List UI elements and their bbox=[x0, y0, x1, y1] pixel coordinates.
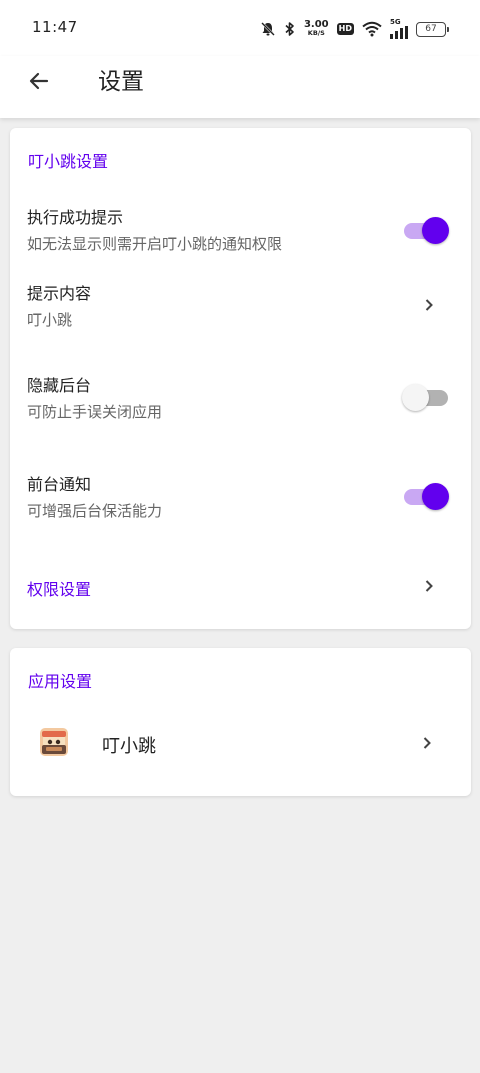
status-bar: 11:47 3.00 KB/S HD 5G 67 bbox=[0, 0, 480, 56]
signal-icon: 5G bbox=[390, 19, 408, 39]
hide-background-title: 隐藏后台 bbox=[27, 376, 92, 395]
app-row[interactable]: 叮小跳 bbox=[10, 714, 471, 776]
hd-badge: HD bbox=[336, 23, 354, 35]
foreground-notification-switch[interactable] bbox=[402, 481, 450, 511]
app-bar: 设置 bbox=[0, 56, 480, 118]
app-name: 叮小跳 bbox=[102, 736, 156, 757]
switch-thumb bbox=[422, 217, 449, 244]
foreground-notification-title: 前台通知 bbox=[27, 475, 92, 494]
network-label: 5G bbox=[390, 18, 401, 26]
hint-content-value: 叮小跳 bbox=[27, 311, 73, 329]
back-button[interactable] bbox=[22, 66, 56, 100]
chevron-right-icon bbox=[418, 575, 440, 597]
switch-thumb bbox=[422, 483, 449, 510]
hint-content-title: 提示内容 bbox=[27, 284, 92, 303]
foreground-notification-row[interactable]: 前台通知 可增强后台保活能力 bbox=[10, 465, 471, 529]
success-hint-switch[interactable] bbox=[402, 215, 450, 245]
network-speed: 3.00 KB/S bbox=[304, 20, 329, 38]
permission-settings-row[interactable]: 权限设置 bbox=[10, 562, 471, 610]
mute-bell-icon bbox=[260, 21, 276, 37]
hide-background-switch[interactable] bbox=[402, 382, 452, 412]
chevron-right-icon bbox=[418, 294, 440, 316]
page-title: 设置 bbox=[98, 69, 144, 95]
permission-settings-label: 权限设置 bbox=[27, 580, 92, 599]
success-hint-title: 执行成功提示 bbox=[27, 208, 124, 227]
hide-background-row[interactable]: 隐藏后台 可防止手误关闭应用 bbox=[10, 366, 471, 430]
section-title-app: 应用设置 bbox=[28, 672, 93, 691]
section-title-dingxiaotiao: 叮小跳设置 bbox=[28, 152, 109, 171]
speed-unit: KB/S bbox=[307, 29, 325, 37]
success-hint-row[interactable]: 执行成功提示 如无法显示则需开启叮小跳的通知权限 bbox=[10, 198, 471, 262]
dingxiaotiao-settings-card: 叮小跳设置 执行成功提示 如无法显示则需开启叮小跳的通知权限 提示内容 叮小跳 … bbox=[10, 128, 471, 629]
hint-content-row[interactable]: 提示内容 叮小跳 bbox=[10, 274, 471, 338]
foreground-notification-subtitle: 可增强后台保活能力 bbox=[27, 502, 163, 520]
hide-background-subtitle: 可防止手误关闭应用 bbox=[27, 403, 163, 421]
chevron-right-icon bbox=[416, 732, 438, 754]
battery-icon: 67 bbox=[416, 21, 449, 37]
speed-value: 3.00 bbox=[303, 19, 329, 30]
status-time: 11:47 bbox=[32, 18, 78, 36]
arrow-left-icon bbox=[27, 69, 51, 97]
bluetooth-icon bbox=[284, 21, 296, 37]
app-settings-card: 应用设置 叮小跳 bbox=[10, 648, 471, 796]
app-icon bbox=[40, 728, 68, 756]
switch-thumb bbox=[402, 384, 429, 411]
status-icons: 3.00 KB/S HD 5G 67 bbox=[260, 18, 449, 40]
success-hint-subtitle: 如无法显示则需开启叮小跳的通知权限 bbox=[27, 235, 283, 253]
wifi-icon bbox=[362, 21, 382, 37]
